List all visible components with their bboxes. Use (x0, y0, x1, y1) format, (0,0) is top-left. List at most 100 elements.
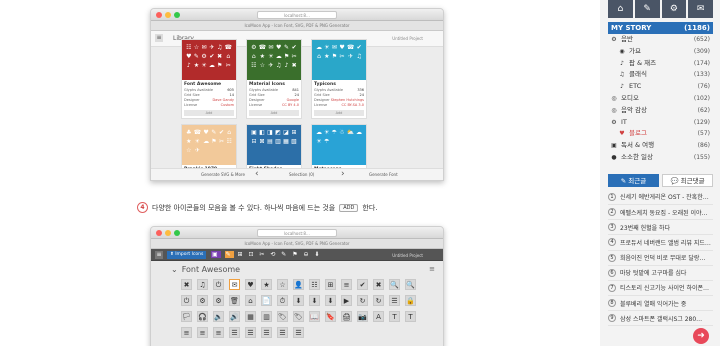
icon-grid-item[interactable]: ☰ (261, 327, 272, 338)
icon-grid-item[interactable]: ⌂ (245, 295, 256, 306)
recent-post-item[interactable]: 2 에펠스케치 동요집 - 오래된 이야… (608, 205, 713, 221)
icon-grid-item[interactable]: T (405, 311, 416, 322)
icon-grid-item[interactable]: ⏻ (213, 279, 224, 290)
icon-grid-item[interactable]: ≡ (341, 279, 352, 290)
add-button[interactable]: Add (184, 110, 234, 116)
icon-grid-item[interactable]: ⏻ (181, 295, 192, 306)
icon-grid-item[interactable]: ✖ (373, 279, 384, 290)
generate-svg-label[interactable]: Generate SVG & More (201, 172, 245, 177)
icon-grid-item[interactable]: ⊞ (325, 279, 336, 290)
icon-grid-item[interactable]: ☆ (277, 279, 288, 290)
icon-grid-item[interactable]: 🎧 (197, 311, 208, 322)
icon-grid-item[interactable]: ≡ (213, 327, 224, 338)
icon-grid-item[interactable]: 🏳 (181, 311, 192, 322)
icon-grid-item[interactable]: 🔒 (405, 295, 416, 306)
category-item[interactable]: ● 소소한 일상 (155) (608, 152, 713, 164)
recent-post-item[interactable]: 5 희음이진 언덕 비로 무대로 달랑… (608, 251, 713, 266)
category-item[interactable]: ♫ 클래식 (133) (608, 69, 713, 81)
mail-icon[interactable]: ✉ (688, 0, 713, 18)
category-item[interactable]: ♪ ETC (76) (608, 81, 713, 93)
recent-post-item[interactable]: 7 티스토리 신고기능 사이언 하이폰… (608, 281, 713, 297)
icon-grid-item[interactable]: ⬇ (325, 295, 336, 306)
category-item[interactable]: ◎ 음악 감상 (62) (608, 105, 713, 117)
collapse-icon[interactable]: ⌄ (171, 265, 178, 274)
icon-grid-item[interactable]: ☰ (229, 327, 240, 338)
icon-grid-item[interactable]: ✔ (357, 279, 368, 290)
icon-grid-item[interactable]: 🔊 (229, 311, 240, 322)
recent-post-item[interactable]: 6 마당 텃밭에 고구마를 심다 (608, 266, 713, 281)
icon-set-card[interactable]: ☁ ☀ ✉ ♥ ☎ ✔ ⌂ ★ ⚑ ✂ ✈ ♫ Typicons Glyphs Available 336 G… (311, 39, 367, 119)
icon-grid-item[interactable]: ✉ (229, 279, 240, 290)
icon-set-card[interactable]: ▣◧◨◩◪⊞⊟⊠▤▥▦▧Eight Shades (246, 124, 302, 174)
category-item[interactable]: ◎ 오디오 (102) (608, 93, 713, 105)
icon-grid-item[interactable]: ☰ (293, 327, 304, 338)
add-button[interactable]: Add (249, 110, 299, 116)
icon-grid-item[interactable]: 🏷 (277, 311, 288, 322)
icon-grid-item[interactable]: 📷 (357, 311, 368, 322)
icon-grid-item[interactable]: ⬇ (293, 295, 304, 306)
generate-font-label[interactable]: Generate Font (369, 172, 398, 177)
icon-grid-item[interactable]: ≡ (181, 327, 192, 338)
icon-set-card[interactable]: ⚙ ☎ ✉ ♥ ✎ ✔ ⌂ ★ ☀ ☁ ⚑ ✂ ☷ ☆ ✈ ♫ ♪ ✖ Material Icons Glyphs A… (246, 39, 302, 119)
icon-grid-item[interactable]: 👤 (293, 279, 304, 290)
icon-grid-item[interactable]: ▦ (245, 311, 256, 322)
icon-grid-item[interactable]: ↻ (373, 295, 384, 306)
category-item[interactable]: ♥ 블로그 (57) (608, 128, 713, 140)
icon-grid-item[interactable]: ★ (261, 279, 272, 290)
icon-grid-item[interactable]: 🔖 (325, 311, 336, 322)
category-item[interactable]: ◉ 가요 (309) (608, 46, 713, 58)
category-item[interactable]: ⚙ IT (129) (608, 117, 713, 129)
tab-recent-comments[interactable]: 💬 최근댓글 (662, 173, 713, 187)
icon-grid-item[interactable]: ☰ (389, 295, 400, 306)
icon-grid-item[interactable]: 🔍 (389, 279, 400, 290)
icon-set-preview: ⚙ ☎ ✉ ♥ ✎ ✔ ⌂ ★ ☀ ☁ ⚑ ✂ ☷ ☆ ✈ ♫ ♪ ✖ (247, 40, 301, 80)
category-item[interactable]: ♪ 팝 & 재즈 (174) (608, 58, 713, 70)
icon-grid-item[interactable]: ♥ (245, 279, 256, 290)
icon-grid-item[interactable]: ⏱ (277, 295, 288, 306)
icon-set-card[interactable]: ☁☀☂☃⛅☁☀☂Meteocons (311, 124, 367, 174)
icon-grid-item[interactable]: ⚙ (197, 295, 208, 306)
icon-grid-item[interactable]: 🔈 (213, 311, 224, 322)
recent-post-item[interactable]: 9 삼성 스마트폰 갤럭시S그 280… (608, 311, 713, 327)
add-button[interactable]: Add (314, 110, 364, 116)
recent-post-item[interactable]: 4 프로듀서 네버랜드 앨범 리뷰 지드… (608, 235, 713, 251)
icon-set-card[interactable]: ♣☎♥✎✔⌂★☀☁⚑✂☷☆✈Brankic 1979 (181, 124, 237, 174)
home-icon[interactable]: ⌂ (608, 0, 633, 18)
write-icon[interactable]: ✎ (634, 0, 660, 18)
icon-grid-item[interactable]: ⬇ (309, 295, 320, 306)
icon-grid-item[interactable]: T (389, 311, 400, 322)
icon-grid-item[interactable]: ▥ (261, 311, 272, 322)
icon-set-card[interactable]: ☷ ☆ ✉ ✈ ♫ ☎ ♥ ✎ ⚙ ✔ ✖ ⌂ ♪ ★ ☀ ☁ ⚑ ✂ Font Awesome Glyphs Ava… (181, 39, 237, 119)
recent-post-item[interactable]: 1 신세기 에반게리온 OST - 잔혹한… (608, 190, 713, 205)
import-icons-button[interactable]: ⬆ Import Icons (167, 251, 207, 259)
icon-grid-item[interactable]: ↻ (357, 295, 368, 306)
icon-grid-item[interactable]: 🖨 (341, 311, 352, 322)
icon-grid-item[interactable]: ⚙ (213, 295, 224, 306)
icon-grid-item[interactable]: A (373, 311, 384, 322)
recent-post-item[interactable]: 8 블루베리 열매 익어가는 중 (608, 296, 713, 312)
icon-grid-item[interactable]: 🔍 (405, 279, 416, 290)
icon-grid-item[interactable]: ☰ (245, 327, 256, 338)
mystory-header[interactable]: MY STORY (1186) (608, 22, 713, 34)
glyph-icon: ⌂ (317, 53, 321, 60)
icon-grid-item[interactable]: ♫ (197, 279, 208, 290)
category-item[interactable]: ⚙ 음반 (652) (608, 34, 713, 46)
toolbar-tools: ▣ ✎ ⊞ ⊡ ✂ ⟲ ✎ ⚑ ⊖ ⬇ (211, 251, 322, 258)
icon-grid-item[interactable]: 🗑 (229, 295, 240, 306)
set-menu-icon[interactable]: ≡ (429, 265, 435, 273)
icon-grid-item[interactable]: ☰ (277, 327, 288, 338)
post-title: 마당 텃밭에 고구마를 심다 (620, 270, 687, 278)
tab-recent-posts[interactable]: ✎ 최근글 (608, 173, 659, 187)
scroll-top-button[interactable]: ➜ (693, 328, 709, 344)
icon-grid-item[interactable]: ✖ (181, 279, 192, 290)
category-item[interactable]: ▣ 독서 & 여행 (86) (608, 140, 713, 152)
settings-icon[interactable]: ⚙ (661, 0, 687, 18)
icon-grid-item[interactable]: ☷ (309, 279, 320, 290)
glyph-icon: ⌂ (251, 53, 256, 60)
icon-grid-item[interactable]: 🏷 (293, 311, 304, 322)
recent-post-item[interactable]: 3 23번째 헌혈을 하다 (608, 220, 713, 236)
icon-grid-item[interactable]: 📖 (309, 311, 320, 322)
icon-grid-item[interactable]: ▶ (341, 295, 352, 306)
icon-grid-item[interactable]: 📄 (261, 295, 272, 306)
icon-grid-item[interactable]: ≡ (197, 327, 208, 338)
